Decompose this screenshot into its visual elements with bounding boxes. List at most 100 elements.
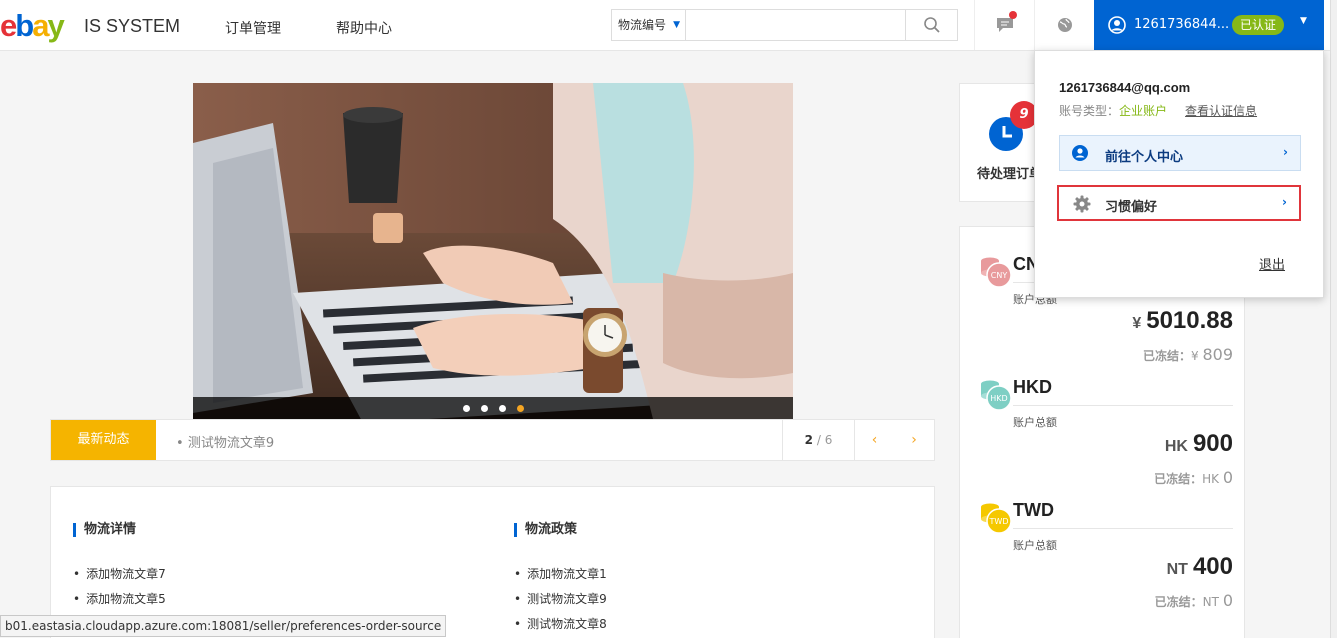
list-item[interactable]: 添加物流文章7 bbox=[73, 565, 166, 590]
nav-order-management[interactable]: 订单管理 bbox=[225, 18, 281, 38]
ebay-logo[interactable]: ebay bbox=[0, 8, 65, 43]
frozen-label: 已冻结： bbox=[1154, 472, 1203, 486]
search-button[interactable] bbox=[905, 10, 957, 40]
pending-orders-label: 待处理订单 bbox=[977, 167, 1043, 182]
currency-block-hkd: HKD HKD 账户总额 HK 900 已冻结：HK 0 bbox=[960, 377, 1246, 488]
hero-banner[interactable] bbox=[193, 83, 793, 419]
section-title-logistics-policy: 物流政策 bbox=[514, 523, 577, 537]
user-email: 1261736844@qq.com bbox=[1059, 80, 1191, 95]
frozen-label: 已冻结： bbox=[1142, 349, 1191, 363]
coin-stack-icon-twd: TWD bbox=[981, 503, 1012, 534]
user-menu-toggle[interactable]: 1261736844... 已认证 ▼ bbox=[1094, 0, 1324, 50]
top-header: ebay IS SYSTEM 订单管理 帮助中心 物流编号 ▼ 126173684… bbox=[0, 0, 1330, 51]
logo-letter-y: y bbox=[47, 8, 64, 43]
coin-label-cny: CNY bbox=[991, 271, 1008, 280]
chevron-down-icon: ▼ bbox=[673, 20, 680, 30]
system-name: IS SYSTEM bbox=[84, 16, 181, 36]
banner-image bbox=[193, 83, 793, 419]
total-label: 账户总额 bbox=[1013, 539, 1057, 552]
frozen-amount: 已冻结：NT 0 bbox=[1155, 591, 1233, 610]
divider bbox=[1013, 405, 1233, 406]
news-item-text: 测试物流文章9 bbox=[187, 436, 275, 451]
page-scrollbar[interactable] bbox=[1330, 0, 1337, 638]
currency-symbol: ¥ bbox=[1132, 315, 1142, 332]
section-title-logistics-details: 物流详情 bbox=[73, 523, 136, 537]
frozen-symbol: HK bbox=[1202, 472, 1219, 486]
logo-letter-a: a bbox=[32, 8, 49, 43]
list-item[interactable]: 测试物流文章8 bbox=[514, 615, 607, 638]
preferences-button[interactable]: 习惯偏好 › bbox=[1057, 185, 1301, 221]
search-input[interactable] bbox=[686, 10, 906, 40]
preferences-label: 习惯偏好 bbox=[1105, 200, 1158, 215]
balance-amount: HK 900 bbox=[1165, 430, 1233, 458]
carousel-dot-3[interactable] bbox=[498, 404, 506, 412]
news-page-current: 2 bbox=[804, 433, 814, 447]
coin-label-hkd: HKD bbox=[990, 394, 1007, 403]
balance-amount: ¥5010.88 bbox=[1132, 307, 1233, 335]
notification-dot bbox=[1009, 11, 1017, 19]
logout-link[interactable]: 退出 bbox=[1259, 254, 1285, 273]
message-icon bbox=[996, 18, 1013, 32]
user-avatar-icon bbox=[1108, 16, 1126, 34]
news-next-button[interactable]: › bbox=[894, 420, 934, 460]
verified-badge: 已认证 bbox=[1232, 15, 1285, 35]
logistics-policy-list: 添加物流文章1 测试物流文章9 测试物流文章8 bbox=[514, 565, 607, 638]
currency-symbol: HK bbox=[1164, 438, 1188, 455]
coin-stack-icon-hkd: HKD bbox=[981, 380, 1012, 411]
logo-letter-e: e bbox=[0, 8, 17, 43]
frozen-value: 0 bbox=[1222, 468, 1233, 487]
news-label: 最新动态 bbox=[51, 420, 156, 460]
logo-letter-b: b bbox=[15, 8, 34, 43]
carousel-dot-4-active[interactable] bbox=[516, 404, 524, 412]
user-circle-icon bbox=[1072, 145, 1088, 161]
account-type-value: 企业账户 bbox=[1119, 104, 1168, 118]
chevron-right-icon: › bbox=[1282, 195, 1287, 209]
news-prev-button[interactable]: ‹ bbox=[854, 420, 894, 460]
globe-icon bbox=[1057, 18, 1072, 32]
list-item[interactable]: 测试物流文章9 bbox=[514, 590, 607, 615]
frozen-label: 已冻结： bbox=[1154, 595, 1203, 609]
amount-value: 900 bbox=[1192, 430, 1233, 457]
search-icon bbox=[923, 17, 940, 33]
nav-help-center[interactable]: 帮助中心 bbox=[336, 18, 392, 38]
message-button[interactable] bbox=[974, 0, 1034, 50]
list-item[interactable]: 添加物流文章1 bbox=[514, 565, 607, 590]
carousel-dots bbox=[193, 397, 793, 419]
coin-stack-icon-cny: CNY bbox=[981, 257, 1012, 288]
news-ticker: 最新动态 • 测试物流文章9 2 / 6 ‹ › bbox=[50, 419, 935, 461]
frozen-symbol: NT bbox=[1202, 595, 1219, 609]
coin-label-twd: TWD bbox=[989, 517, 1009, 526]
search-type-label: 物流编号 bbox=[618, 18, 667, 32]
user-name: 1261736844... bbox=[1134, 17, 1230, 32]
account-type-row: 账号类型：企业账户 查看认证信息 bbox=[1059, 102, 1257, 119]
browser-status-url: b01.eastasia.cloudapp.azure.com:18081/se… bbox=[0, 615, 447, 637]
currency-block-twd: TWD TWD 账户总额 NT 400 已冻结：NT 0 bbox=[960, 500, 1246, 611]
currency-code: HKD bbox=[1013, 377, 1052, 397]
total-label: 账户总额 bbox=[1013, 416, 1057, 429]
frozen-amount: 已冻结：HK 0 bbox=[1154, 468, 1233, 487]
news-item[interactable]: • 测试物流文章9 bbox=[176, 432, 274, 451]
list-item[interactable]: 添加物流文章5 bbox=[73, 590, 166, 615]
chevron-down-icon: ▼ bbox=[1300, 16, 1307, 26]
carousel-dot-2[interactable] bbox=[480, 404, 488, 412]
view-certification-link[interactable]: 查看认证信息 bbox=[1185, 104, 1257, 118]
chevron-right-icon: › bbox=[1283, 145, 1288, 159]
news-pagination: 2 / 6 bbox=[782, 420, 854, 460]
language-button[interactable] bbox=[1034, 0, 1094, 50]
personal-center-label: 前往个人中心 bbox=[1105, 150, 1184, 165]
divider bbox=[1013, 528, 1233, 529]
frozen-value: 0 bbox=[1222, 591, 1233, 610]
amount-value: 400 bbox=[1192, 553, 1233, 580]
currency-symbol: NT bbox=[1166, 561, 1188, 578]
search-type-select[interactable]: 物流编号 ▼ bbox=[612, 10, 686, 40]
user-dropdown-menu: 1261736844@qq.com 账号类型：企业账户 查看认证信息 前往个人中心… bbox=[1034, 50, 1324, 298]
personal-center-button[interactable]: 前往个人中心 › bbox=[1059, 135, 1301, 171]
amount-value: 5010.88 bbox=[1146, 307, 1233, 334]
news-page-total: / 6 bbox=[813, 433, 833, 447]
frozen-symbol: ¥ bbox=[1190, 349, 1199, 363]
frozen-amount: 已冻结：¥ 809 bbox=[1143, 345, 1233, 364]
search-bar: 物流编号 ▼ bbox=[611, 9, 958, 41]
carousel-dot-1[interactable] bbox=[462, 404, 470, 412]
logistics-details-list: 添加物流文章7 添加物流文章5 bbox=[73, 565, 166, 615]
balance-amount: NT 400 bbox=[1167, 553, 1233, 581]
